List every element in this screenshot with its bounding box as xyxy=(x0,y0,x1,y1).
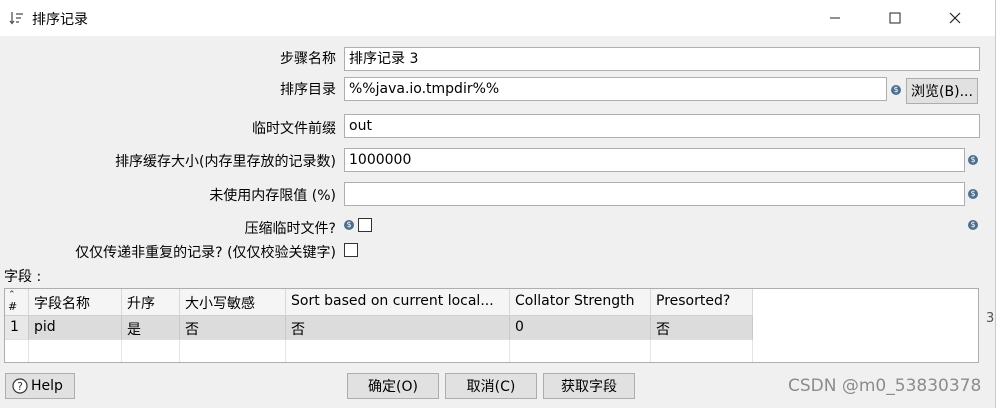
help-icon: ? xyxy=(12,378,28,394)
get-fields-button[interactable]: 获取字段 xyxy=(543,373,635,399)
fields-label: 字段 : xyxy=(4,269,42,285)
table-cell-collator-strength[interactable]: 0 xyxy=(510,316,651,340)
maximize-button[interactable] xyxy=(872,0,918,36)
variable-icon[interactable]: $ xyxy=(344,220,354,230)
background-text: 3 xyxy=(986,311,995,326)
close-icon xyxy=(949,12,961,24)
table-cell-index[interactable]: 1 xyxy=(5,316,29,340)
cache-size-label: 排序缓存大小(内存里存放的记录数) xyxy=(115,154,336,170)
sort-icon xyxy=(9,10,25,26)
sort-directory-label: 排序目录 xyxy=(280,82,336,98)
table-empty-cell[interactable] xyxy=(180,340,286,362)
table-empty-cell[interactable] xyxy=(286,340,510,362)
table-empty-cell[interactable] xyxy=(29,340,122,362)
table-header-ascending[interactable]: 升序 xyxy=(122,289,180,316)
free-memory-input[interactable] xyxy=(344,182,965,206)
table-header-sort-locale[interactable]: Sort based on current local... xyxy=(286,289,510,316)
cancel-button[interactable]: 取消(C) xyxy=(445,373,537,399)
compress-label: 压缩临时文件? xyxy=(244,221,336,237)
temp-prefix-label: 临时文件前缀 xyxy=(252,121,336,137)
step-name-input[interactable]: 排序记录 3 xyxy=(344,47,980,71)
temp-prefix-input[interactable]: out xyxy=(344,114,980,138)
ok-button[interactable]: 确定(O) xyxy=(347,373,439,399)
browse-button[interactable]: 浏览(B)... xyxy=(906,78,978,104)
table-cell-ascending[interactable]: 是 xyxy=(122,316,180,340)
title-bar: 排序记录 xyxy=(0,0,995,36)
unique-rows-label: 仅仅传递非重复的记录? (仅仅校验关键字) xyxy=(75,245,336,261)
variable-icon[interactable]: $ xyxy=(968,155,978,165)
free-memory-label: 未使用内存限值 (%) xyxy=(209,188,336,204)
unique-rows-checkbox[interactable] xyxy=(344,243,358,257)
table-header-collator-strength[interactable]: Collator Strength xyxy=(510,289,651,316)
fields-table[interactable]: ⌃ # 字段名称 升序 大小写敏感 Sort based on current … xyxy=(4,288,979,363)
cache-size-input[interactable]: 1000000 xyxy=(344,148,965,172)
table-cell-presorted[interactable]: 否 xyxy=(651,316,753,340)
window-title: 排序记录 xyxy=(32,12,88,28)
minimize-button[interactable] xyxy=(812,0,858,36)
table-cell-field-name[interactable]: pid xyxy=(29,316,122,340)
variable-icon[interactable]: $ xyxy=(968,220,978,230)
variable-icon[interactable]: $ xyxy=(891,85,901,95)
table-cell-case-sensitive[interactable]: 否 xyxy=(180,316,286,340)
table-empty-cell[interactable] xyxy=(122,340,180,362)
help-button[interactable]: ? Help xyxy=(5,373,75,399)
table-header-index[interactable]: ⌃ # xyxy=(5,289,29,316)
compress-checkbox[interactable] xyxy=(358,218,372,232)
table-header-presorted[interactable]: Presorted? xyxy=(651,289,753,316)
sort-rows-dialog: 排序记录 步骤名称 排序记录 3 排序目录 %%java.io.tmpdir%%… xyxy=(0,0,996,408)
table-header-case-sensitive[interactable]: 大小写敏感 xyxy=(180,289,286,316)
table-empty-cell[interactable] xyxy=(5,340,29,362)
watermark: CSDN @m0_53830378 xyxy=(788,376,982,396)
table-empty-cell[interactable] xyxy=(510,340,651,362)
table-cell-sort-locale[interactable]: 否 xyxy=(286,316,510,340)
close-button[interactable] xyxy=(932,0,978,36)
step-name-label: 步骤名称 xyxy=(280,51,336,67)
minimize-icon xyxy=(830,17,840,19)
svg-text:?: ? xyxy=(17,380,23,393)
table-empty-cell[interactable] xyxy=(651,340,753,362)
variable-icon[interactable]: $ xyxy=(968,189,978,199)
table-header-field-name[interactable]: 字段名称 xyxy=(29,289,122,316)
sort-directory-input[interactable]: %%java.io.tmpdir%% xyxy=(344,77,887,101)
maximize-icon xyxy=(889,12,901,24)
